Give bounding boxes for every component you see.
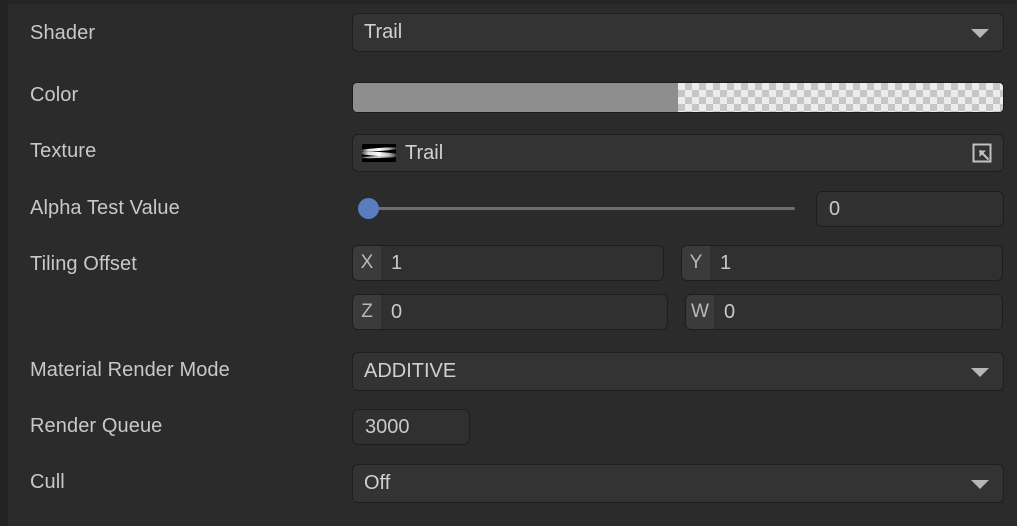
shader-value: Trail — [353, 21, 402, 44]
render-queue-value: 3000 — [353, 416, 410, 439]
render-queue-label: Render Queue — [30, 415, 162, 438]
alpha-test-value-label: Alpha Test Value — [30, 197, 180, 220]
cull-label: Cull — [30, 471, 65, 494]
tiling-offset-x-axis-label: X — [353, 246, 381, 280]
tiling-offset-label: Tiling Offset — [30, 253, 137, 276]
panel-left-edge — [0, 0, 8, 526]
alpha-test-value-text: 0 — [817, 198, 840, 221]
tiling-offset-w-value: 0 — [714, 295, 1002, 329]
chevron-down-icon — [971, 480, 989, 489]
color-swatch-alpha-checker — [678, 83, 1003, 112]
color-swatch[interactable] — [352, 82, 1004, 113]
alpha-test-slider-track[interactable] — [363, 207, 795, 210]
tiling-offset-w-axis-label: W — [686, 295, 714, 329]
tiling-offset-z-field[interactable]: Z 0 — [352, 294, 668, 330]
tiling-offset-z-axis-label: Z — [353, 295, 381, 329]
tiling-offset-z-value: 0 — [381, 295, 667, 329]
render-queue-input[interactable]: 3000 — [352, 409, 470, 445]
tiling-offset-x-field[interactable]: X 1 — [352, 245, 664, 281]
material-inspector-panel: Shader Trail Color Texture Trail Alpha T… — [0, 0, 1017, 526]
trail-texture-thumbnail — [362, 144, 396, 162]
texture-object-field[interactable]: Trail — [352, 134, 1004, 172]
tiling-offset-w-field[interactable]: W 0 — [685, 294, 1003, 330]
alpha-test-value-input[interactable]: 0 — [816, 191, 1004, 227]
shader-label: Shader — [30, 22, 95, 45]
material-render-mode-value: ADDITIVE — [353, 360, 456, 383]
cull-dropdown[interactable]: Off — [352, 464, 1004, 503]
color-swatch-solid — [353, 83, 678, 112]
tiling-offset-y-axis-label: Y — [682, 246, 710, 280]
object-picker-icon[interactable] — [972, 143, 992, 163]
alpha-test-slider-thumb[interactable] — [358, 198, 379, 219]
tiling-offset-y-value: 1 — [710, 246, 1002, 280]
color-label: Color — [30, 84, 78, 107]
tiling-offset-x-value: 1 — [381, 246, 663, 280]
material-render-mode-label: Material Render Mode — [30, 359, 230, 382]
chevron-down-icon — [971, 368, 989, 377]
cull-value: Off — [353, 472, 390, 495]
texture-label: Texture — [30, 140, 96, 163]
material-render-mode-dropdown[interactable]: ADDITIVE — [352, 352, 1004, 391]
texture-value: Trail — [405, 142, 443, 165]
chevron-down-icon — [971, 29, 989, 38]
shader-dropdown[interactable]: Trail — [352, 13, 1004, 52]
tiling-offset-y-field[interactable]: Y 1 — [681, 245, 1003, 281]
panel-top-edge — [0, 0, 1017, 4]
